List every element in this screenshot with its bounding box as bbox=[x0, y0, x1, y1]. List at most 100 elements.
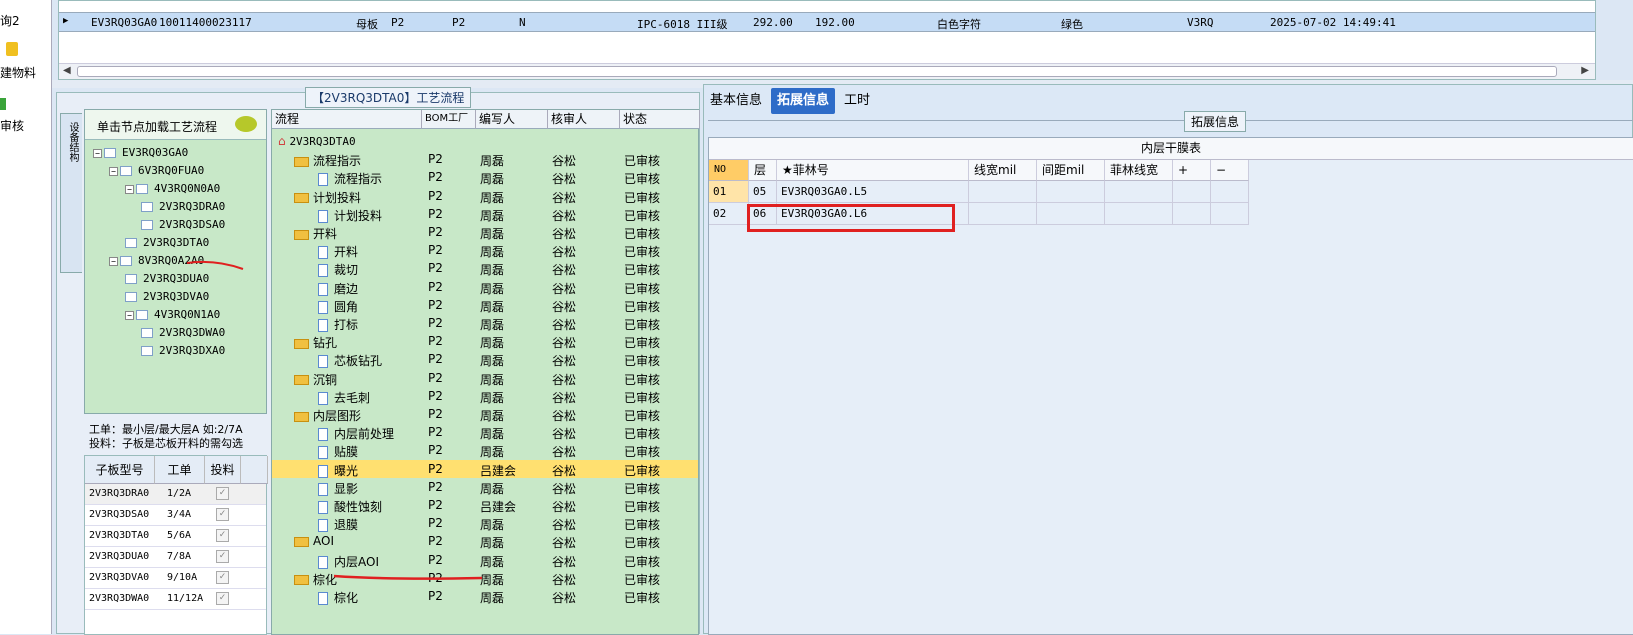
flow-row[interactable]: 计划投料 P2 周磊 谷松 已审核 bbox=[272, 187, 698, 205]
feed-checkbox[interactable]: ✓ bbox=[216, 571, 229, 584]
dry-film-row[interactable]: 01 05 EV3RQ03GA0.L5 bbox=[709, 181, 1249, 203]
dry-film-cell[interactable]: EV3RQ03GA0.L5 bbox=[777, 181, 969, 203]
col-header[interactable]: 线宽mil bbox=[969, 160, 1037, 181]
tree-node[interactable]: 2V3RQ3DRA0 bbox=[141, 200, 225, 213]
dry-film-cell[interactable] bbox=[1105, 203, 1173, 225]
dry-film-cell[interactable] bbox=[1037, 181, 1105, 203]
subboard-row[interactable]: 2V3RQ3DRA0 1/2A ✓ bbox=[85, 484, 266, 505]
col-bom-factory[interactable]: BOM工厂 bbox=[422, 110, 476, 129]
horizontal-scrollbar[interactable]: ◀ ▶ bbox=[59, 63, 1595, 79]
flow-row[interactable]: 内层前处理 P2 周磊 谷松 已审核 bbox=[272, 423, 698, 442]
collapse-icon[interactable]: − bbox=[125, 184, 134, 194]
col-header[interactable]: NO bbox=[709, 160, 749, 181]
subboard-row[interactable]: 2V3RQ3DUA0 7/8A ✓ bbox=[85, 547, 266, 568]
flow-row[interactable]: AOI P2 周磊 谷松 已审核 bbox=[272, 532, 698, 550]
flow-row[interactable]: 显影 P2 周磊 谷松 已审核 bbox=[272, 478, 698, 496]
nav-item-material[interactable]: 建物料 bbox=[0, 64, 36, 81]
dry-film-cell[interactable] bbox=[969, 203, 1037, 225]
device-structure-tab[interactable]: 设备结构 bbox=[60, 113, 82, 273]
flow-step-name: 裁切 bbox=[334, 263, 359, 278]
scroll-right-icon[interactable]: ▶ bbox=[1581, 65, 1589, 76]
dry-film-cell[interactable] bbox=[969, 181, 1037, 203]
col-header[interactable]: ★菲林号 bbox=[777, 160, 969, 181]
tree-node[interactable]: − 4V3RQ0N0A0 bbox=[125, 182, 220, 195]
subboard-row[interactable]: 2V3RQ3DSA0 3/4A ✓ bbox=[85, 505, 266, 526]
flow-row[interactable]: ⌂ 2V3RQ3DTA0 bbox=[272, 132, 698, 150]
col-header[interactable]: 菲林线宽 bbox=[1105, 160, 1173, 181]
dry-film-cell[interactable] bbox=[1211, 181, 1249, 203]
tree-node[interactable]: 2V3RQ3DXA0 bbox=[141, 344, 225, 357]
dry-film-cell[interactable] bbox=[1173, 203, 1211, 225]
tab-basic-info[interactable]: 基本信息 bbox=[704, 88, 768, 114]
flow-row[interactable]: 流程指示 P2 周磊 谷松 已审核 bbox=[272, 168, 698, 187]
tree-node[interactable]: 2V3RQ3DSA0 bbox=[141, 218, 225, 231]
flow-row[interactable]: 开料 P2 周磊 谷松 已审核 bbox=[272, 241, 698, 260]
nav-item-inquiry[interactable]: 询2 bbox=[0, 12, 20, 29]
collapse-icon[interactable]: − bbox=[109, 166, 118, 176]
flow-row[interactable]: 开料 P2 周磊 谷松 已审核 bbox=[272, 223, 698, 241]
tree-node[interactable]: − 4V3RQ0N1A0 bbox=[125, 308, 220, 321]
scroll-thumb[interactable] bbox=[77, 66, 1557, 77]
dry-film-cell[interactable] bbox=[1211, 203, 1249, 225]
tree-node[interactable]: − 6V3RQ0FUA0 bbox=[109, 164, 204, 177]
col-subboard-model[interactable]: 子板型号 bbox=[85, 456, 155, 484]
col-header[interactable]: + bbox=[1173, 160, 1211, 181]
subboard-row[interactable]: 2V3RQ3DVA0 9/10A ✓ bbox=[85, 568, 266, 589]
status: 已审核 bbox=[624, 227, 661, 241]
dry-film-cell[interactable] bbox=[1037, 203, 1105, 225]
tree-node[interactable]: 2V3RQ3DUA0 bbox=[125, 272, 209, 285]
nav-item-review[interactable]: 审核 bbox=[0, 117, 24, 134]
flow-row[interactable]: 流程指示 P2 周磊 谷松 已审核 bbox=[272, 150, 698, 168]
tree-node[interactable]: 2V3RQ3DTA0 bbox=[125, 236, 209, 249]
feed-checkbox[interactable]: ✓ bbox=[216, 487, 229, 500]
collapse-icon[interactable]: − bbox=[109, 256, 118, 266]
flow-row[interactable]: 酸性蚀刻 P2 吕建会 谷松 已审核 bbox=[272, 496, 698, 514]
flow-row[interactable]: 圆角 P2 周磊 谷松 已审核 bbox=[272, 296, 698, 314]
subboard-row[interactable]: 2V3RQ3DTA0 5/6A ✓ bbox=[85, 526, 266, 547]
dry-film-cell[interactable] bbox=[1173, 181, 1211, 203]
cell-height: 192.00 bbox=[815, 16, 855, 29]
dry-film-cell[interactable]: 02 bbox=[709, 203, 749, 225]
flow-row[interactable]: 贴膜 P2 周磊 谷松 已审核 bbox=[272, 441, 698, 460]
scroll-left-icon[interactable]: ◀ bbox=[63, 65, 71, 76]
feed-checkbox[interactable]: ✓ bbox=[216, 508, 229, 521]
flow-row[interactable]: 去毛刺 P2 周磊 谷松 已审核 bbox=[272, 387, 698, 405]
flow-row[interactable]: 裁切 P2 周磊 谷松 已审核 bbox=[272, 259, 698, 278]
col-extra bbox=[241, 456, 268, 484]
tree-node[interactable]: 2V3RQ3DWA0 bbox=[141, 326, 225, 339]
flow-row[interactable]: 打标 P2 周磊 谷松 已审核 bbox=[272, 314, 698, 332]
col-flow[interactable]: 流程 bbox=[272, 110, 422, 129]
flow-row[interactable]: 钻孔 P2 周磊 谷松 已审核 bbox=[272, 332, 698, 350]
flow-row[interactable]: 内层AOI P2 周磊 谷松 已审核 bbox=[272, 551, 698, 569]
collapse-icon[interactable]: − bbox=[93, 148, 102, 158]
tab-extended-info[interactable]: 拓展信息 bbox=[771, 88, 836, 114]
flow-row[interactable]: 内层图形 P2 周磊 谷松 已审核 bbox=[272, 405, 698, 423]
tab-work-hours[interactable]: 工时 bbox=[838, 88, 876, 114]
col-feed[interactable]: 投料 bbox=[205, 456, 241, 484]
flow-row[interactable]: 计划投料 P2 周磊 谷松 已审核 bbox=[272, 205, 698, 223]
feed-checkbox[interactable]: ✓ bbox=[216, 529, 229, 542]
col-author[interactable]: 编写人 bbox=[476, 110, 548, 129]
feed-checkbox[interactable]: ✓ bbox=[216, 550, 229, 563]
subboard-row[interactable]: 2V3RQ3DWA0 11/12A ✓ bbox=[85, 589, 266, 610]
col-reviewer[interactable]: 核审人 bbox=[548, 110, 620, 129]
tree-node[interactable]: 2V3RQ3DVA0 bbox=[125, 290, 209, 303]
dry-film-cell[interactable]: 01 bbox=[709, 181, 749, 203]
col-header[interactable]: 间距mil bbox=[1037, 160, 1105, 181]
flow-row[interactable]: 退膜 P2 周磊 谷松 已审核 bbox=[272, 514, 698, 533]
flow-row[interactable]: 曝光 P2 吕建会 谷松 已审核 bbox=[272, 459, 698, 478]
col-header[interactable]: − bbox=[1211, 160, 1249, 181]
col-work-order[interactable]: 工单 bbox=[155, 456, 205, 484]
order-row[interactable]: ▶ EV3RQ03GA0 10011400023117 母板 P2 P2 N I… bbox=[59, 12, 1595, 32]
col-status[interactable]: 状态 bbox=[620, 110, 700, 129]
feed-checkbox[interactable]: ✓ bbox=[216, 592, 229, 605]
dry-film-cell[interactable] bbox=[1105, 181, 1173, 203]
tree-node[interactable]: − EV3RQ03GA0 bbox=[93, 146, 188, 159]
flow-row[interactable]: 芯板钻孔 P2 周磊 谷松 已审核 bbox=[272, 350, 698, 369]
flow-row[interactable]: 棕化 P2 周磊 谷松 已审核 bbox=[272, 587, 698, 605]
col-header[interactable]: 层 bbox=[749, 160, 777, 181]
dry-film-cell[interactable]: 05 bbox=[749, 181, 777, 203]
collapse-icon[interactable]: − bbox=[125, 310, 134, 320]
flow-row[interactable]: 沉铜 P2 周磊 谷松 已审核 bbox=[272, 369, 698, 387]
flow-row[interactable]: 磨边 P2 周磊 谷松 已审核 bbox=[272, 278, 698, 296]
